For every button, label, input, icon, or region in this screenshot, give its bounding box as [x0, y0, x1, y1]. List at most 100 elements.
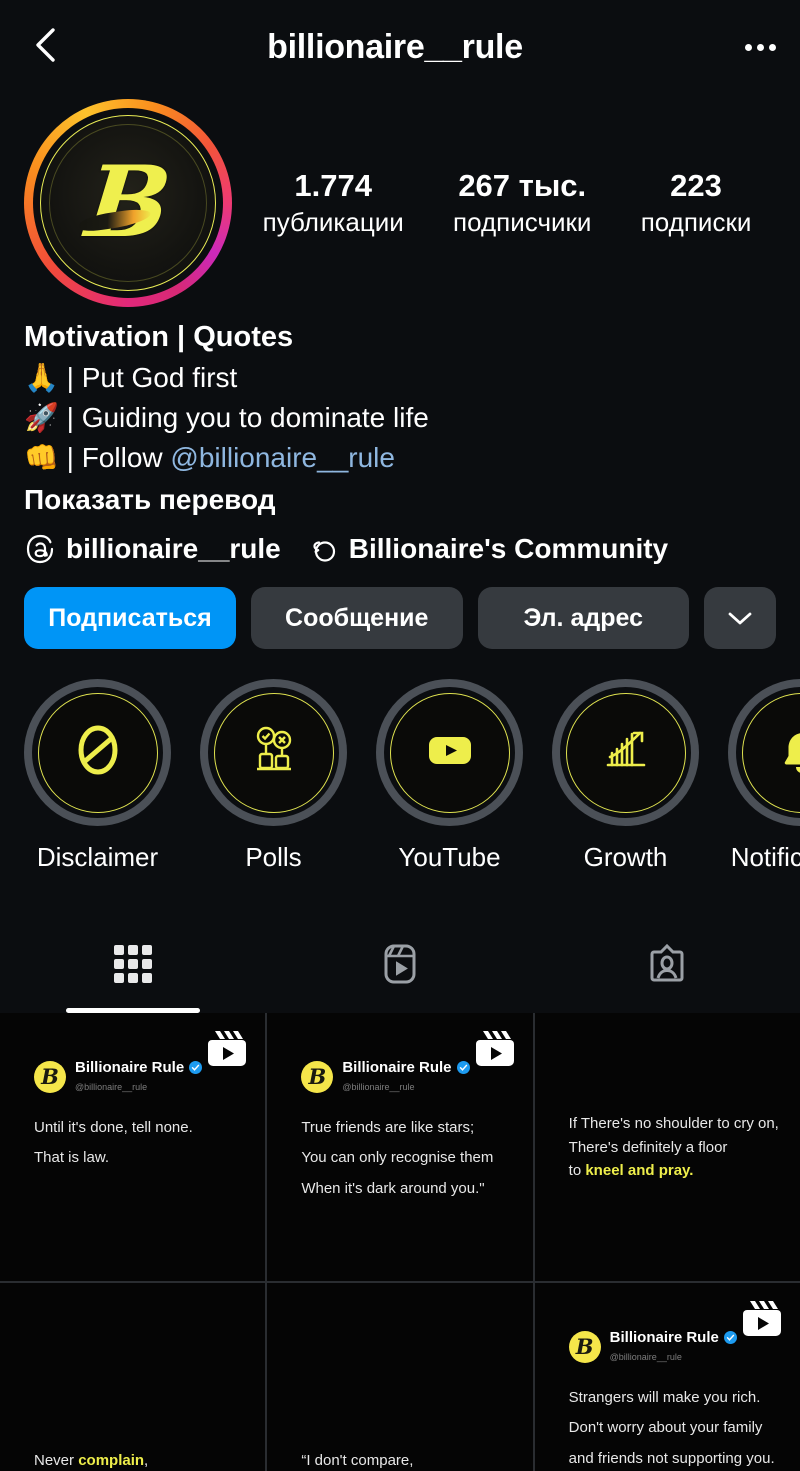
bio-line: 👊 | Follow @billionaire__rule — [24, 438, 776, 478]
post-text-span: to — [568, 1161, 586, 1179]
praying-hands-icon: 🙏 — [24, 361, 59, 395]
profile-bio: Motivation | Quotes 🙏 | Put God first 🚀 … — [0, 310, 800, 521]
avatar[interactable]: B — [40, 114, 216, 291]
post-text-highlight: kneel and pray. — [585, 1161, 694, 1179]
bio-line: 🚀 | Guiding you to dominate life — [24, 398, 776, 438]
post-avatar: B — [34, 1060, 66, 1093]
post-text-line: “I don't compare, — [301, 1451, 414, 1469]
threads-link[interactable]: billionaire__rule — [24, 533, 281, 565]
post-text: True friends are like stars; You can onl… — [267, 1095, 532, 1205]
stat-posts-value: 1.774 — [294, 167, 372, 203]
highlight-polls[interactable]: Polls — [200, 679, 347, 873]
highlight-ring — [376, 679, 523, 827]
highlight-label: Disclaimer — [36, 842, 159, 873]
reels-icon — [375, 939, 425, 994]
bio-line: 🙏 | Put God first — [24, 358, 776, 398]
back-button[interactable] — [24, 26, 68, 70]
rocket-icon: 🚀 — [24, 400, 59, 434]
post-text-line: Never complain, — [34, 1449, 265, 1471]
post-avatar: B — [568, 1330, 601, 1363]
highlight-ring — [24, 679, 171, 827]
grid-icon — [108, 939, 158, 994]
grid-post[interactable]: If There's no shoulder to cry on, There'… — [534, 1013, 800, 1282]
post-text-line: to kneel and pray. — [569, 1159, 800, 1182]
tagged-icon — [642, 939, 692, 994]
chevron-left-icon — [31, 27, 61, 68]
bio-line-text: | Guiding you to dominate life — [58, 401, 429, 433]
stat-following[interactable]: 223 подписки — [641, 167, 752, 238]
highlight-ring — [552, 679, 699, 827]
bell-icon — [771, 719, 800, 786]
polls-icon — [243, 719, 305, 786]
grid-post[interactable]: “I don't compare, I dominate” — [267, 1283, 533, 1471]
threads-icon — [24, 533, 56, 565]
broadcast-channel-link[interactable]: Billionaire's Community — [307, 533, 668, 565]
highlight-growth[interactable]: Growth — [552, 679, 699, 873]
stat-posts[interactable]: 1.774 публикации — [263, 167, 404, 238]
threads-link-text: billionaire__rule — [66, 533, 281, 565]
highlight-inner — [736, 687, 800, 819]
highlight-disclaimer[interactable]: Disclaimer — [24, 679, 171, 873]
profile-header: B 1.774 публикации 267 тыс. подписчики 2… — [0, 95, 800, 310]
more-actions-button[interactable] — [704, 587, 776, 650]
tab-posts[interactable] — [0, 919, 267, 1014]
highlight-inner — [32, 687, 163, 819]
post-author-block: Billionaire Rule @billionaire__rule — [342, 1059, 470, 1094]
highlight-label: Notifications — [730, 842, 800, 873]
fist-icon: 👊 — [24, 440, 59, 474]
stat-followers[interactable]: 267 тыс. подписчики — [453, 167, 591, 238]
reel-badge-icon — [205, 1027, 249, 1071]
bio-mention-link[interactable]: @billionaire__rule — [170, 442, 395, 473]
post-text-line: Don't worry about your family — [568, 1419, 763, 1437]
highlight-cover — [37, 692, 158, 813]
grid-post[interactable]: Never complain, and Never explain. — [0, 1283, 266, 1471]
stat-followers-label: подписчики — [453, 206, 592, 237]
profile-action-buttons: Подписаться Сообщение Эл. адрес — [0, 565, 800, 650]
page-title: billionaire__rule — [267, 28, 523, 66]
highlight-ring — [200, 679, 347, 827]
highlight-youtube[interactable]: YouTube — [376, 679, 523, 873]
post-text-highlight: complain — [78, 1451, 145, 1469]
post-text-line: If There's no shoulder to cry on, — [568, 1115, 779, 1133]
grid-post[interactable]: B Billionaire Rule @billionaire__rule Un… — [0, 1013, 266, 1282]
post-text-line: There's definitely a floor — [568, 1138, 728, 1156]
grid-post[interactable]: B Billionaire Rule @billionaire__rule Tr… — [267, 1013, 533, 1282]
highlight-ring — [728, 679, 800, 827]
tab-reels[interactable] — [267, 919, 534, 1013]
stat-following-label: подписки — [640, 206, 752, 237]
avatar-story-ring[interactable]: B — [24, 98, 232, 307]
post-author-handle: @billionaire__rule — [75, 1081, 148, 1092]
more-options-icon — [757, 44, 764, 51]
post-author-handle: @billionaire__rule — [342, 1081, 415, 1092]
highlight-label: Growth — [583, 842, 668, 873]
message-button[interactable]: Сообщение — [251, 587, 463, 650]
more-options-button[interactable] — [722, 44, 776, 51]
broadcast-channel-text: Billionaire's Community — [348, 533, 669, 565]
highlight-cover — [741, 692, 800, 813]
title-container: billionaire__rule — [68, 28, 722, 67]
profile-tabs — [0, 919, 800, 1014]
stat-posts-label: публикации — [262, 206, 404, 237]
post-text: Until it's done, tell none. That is law. — [0, 1095, 265, 1175]
posts-grid: B Billionaire Rule @billionaire__rule Un… — [0, 1013, 800, 1471]
profile-links: billionaire__rule Billionaire's Communit… — [0, 521, 800, 565]
show-translation-button[interactable]: Показать перевод — [24, 477, 776, 521]
post-text: “I don't compare, I dominate” — [267, 1283, 532, 1471]
broadcast-channel-icon — [307, 533, 339, 565]
post-author-name: Billionaire Rule — [342, 1059, 452, 1077]
post-text: Strangers will make you rich. Don't worr… — [535, 1365, 800, 1471]
highlight-notifications[interactable]: Notifications — [728, 679, 800, 873]
grid-post[interactable]: B Billionaire Rule @billionaire__rule St… — [534, 1283, 800, 1471]
email-button[interactable]: Эл. адрес — [477, 587, 689, 650]
chevron-down-icon — [727, 604, 753, 633]
youtube-icon — [419, 719, 481, 786]
tab-tagged[interactable] — [533, 919, 800, 1013]
highlight-cover — [389, 692, 510, 813]
post-text-span: Never — [34, 1451, 79, 1469]
post-author-block: Billionaire Rule @billionaire__rule — [610, 1329, 737, 1364]
growth-chart-icon — [595, 719, 657, 786]
instagram-profile-screen: billionaire__rule B 1.774 публикации 267 — [0, 0, 800, 1471]
post-author-name: Billionaire Rule — [75, 1059, 185, 1077]
follow-button[interactable]: Подписаться — [24, 587, 236, 650]
post-text-line: You can only recognise them — [301, 1149, 494, 1167]
